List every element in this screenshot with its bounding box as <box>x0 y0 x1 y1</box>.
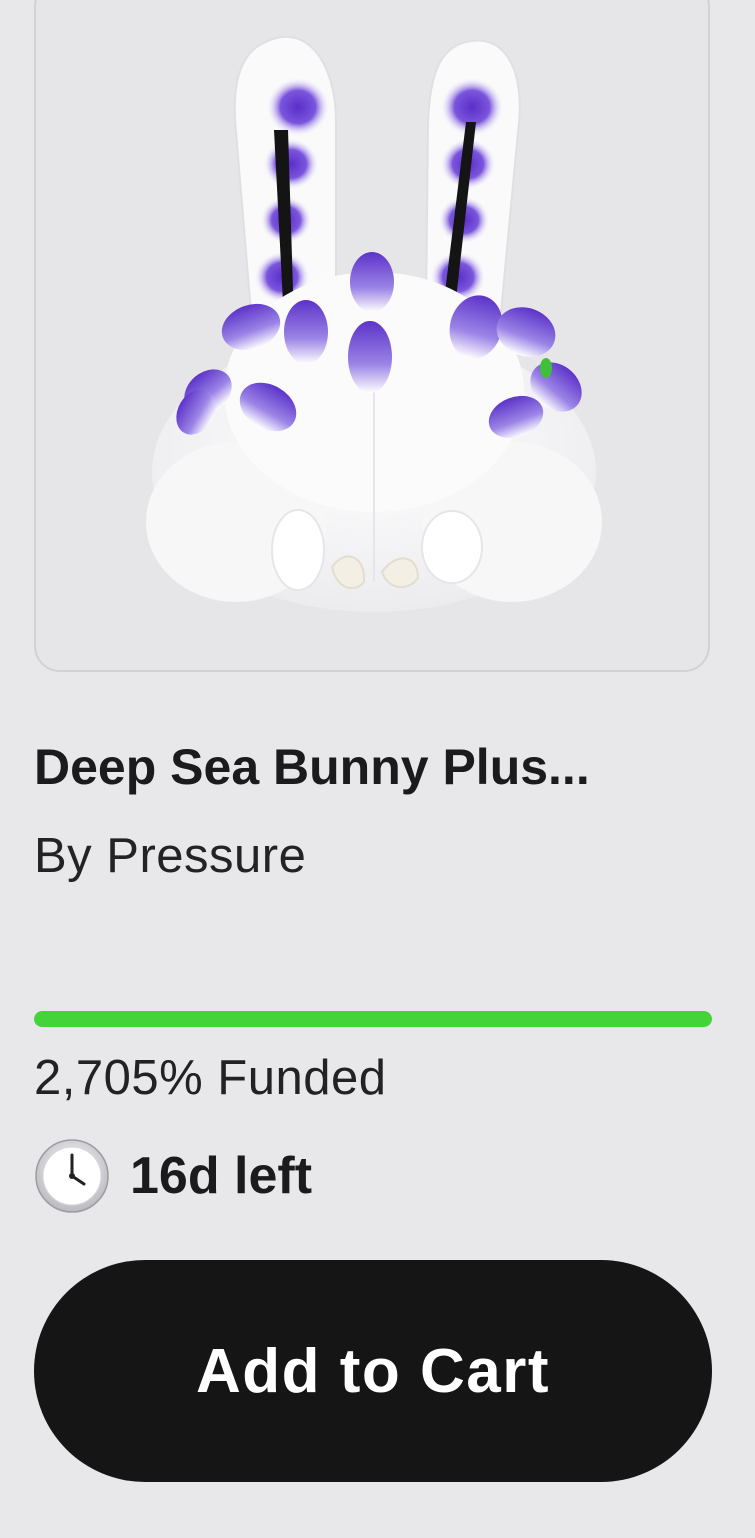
product-image[interactable] <box>34 0 710 672</box>
add-to-cart-button[interactable]: Add to Cart <box>34 1260 712 1482</box>
funded-percentage: 2,705% Funded <box>34 1051 387 1105</box>
funding-progress-fill <box>34 1011 712 1027</box>
product-card: Deep Sea Bunny Plus... By Pressure 2,705… <box>0 0 755 1538</box>
clock-icon <box>35 1139 109 1213</box>
product-title[interactable]: Deep Sea Bunny Plus... <box>34 738 724 796</box>
creator-name[interactable]: By Pressure <box>34 828 306 884</box>
plush-illustration <box>146 35 602 612</box>
time-remaining: 16d left <box>34 1138 312 1214</box>
time-left-label: 16d left <box>130 1147 313 1205</box>
funding-progress-bar <box>34 1011 712 1027</box>
